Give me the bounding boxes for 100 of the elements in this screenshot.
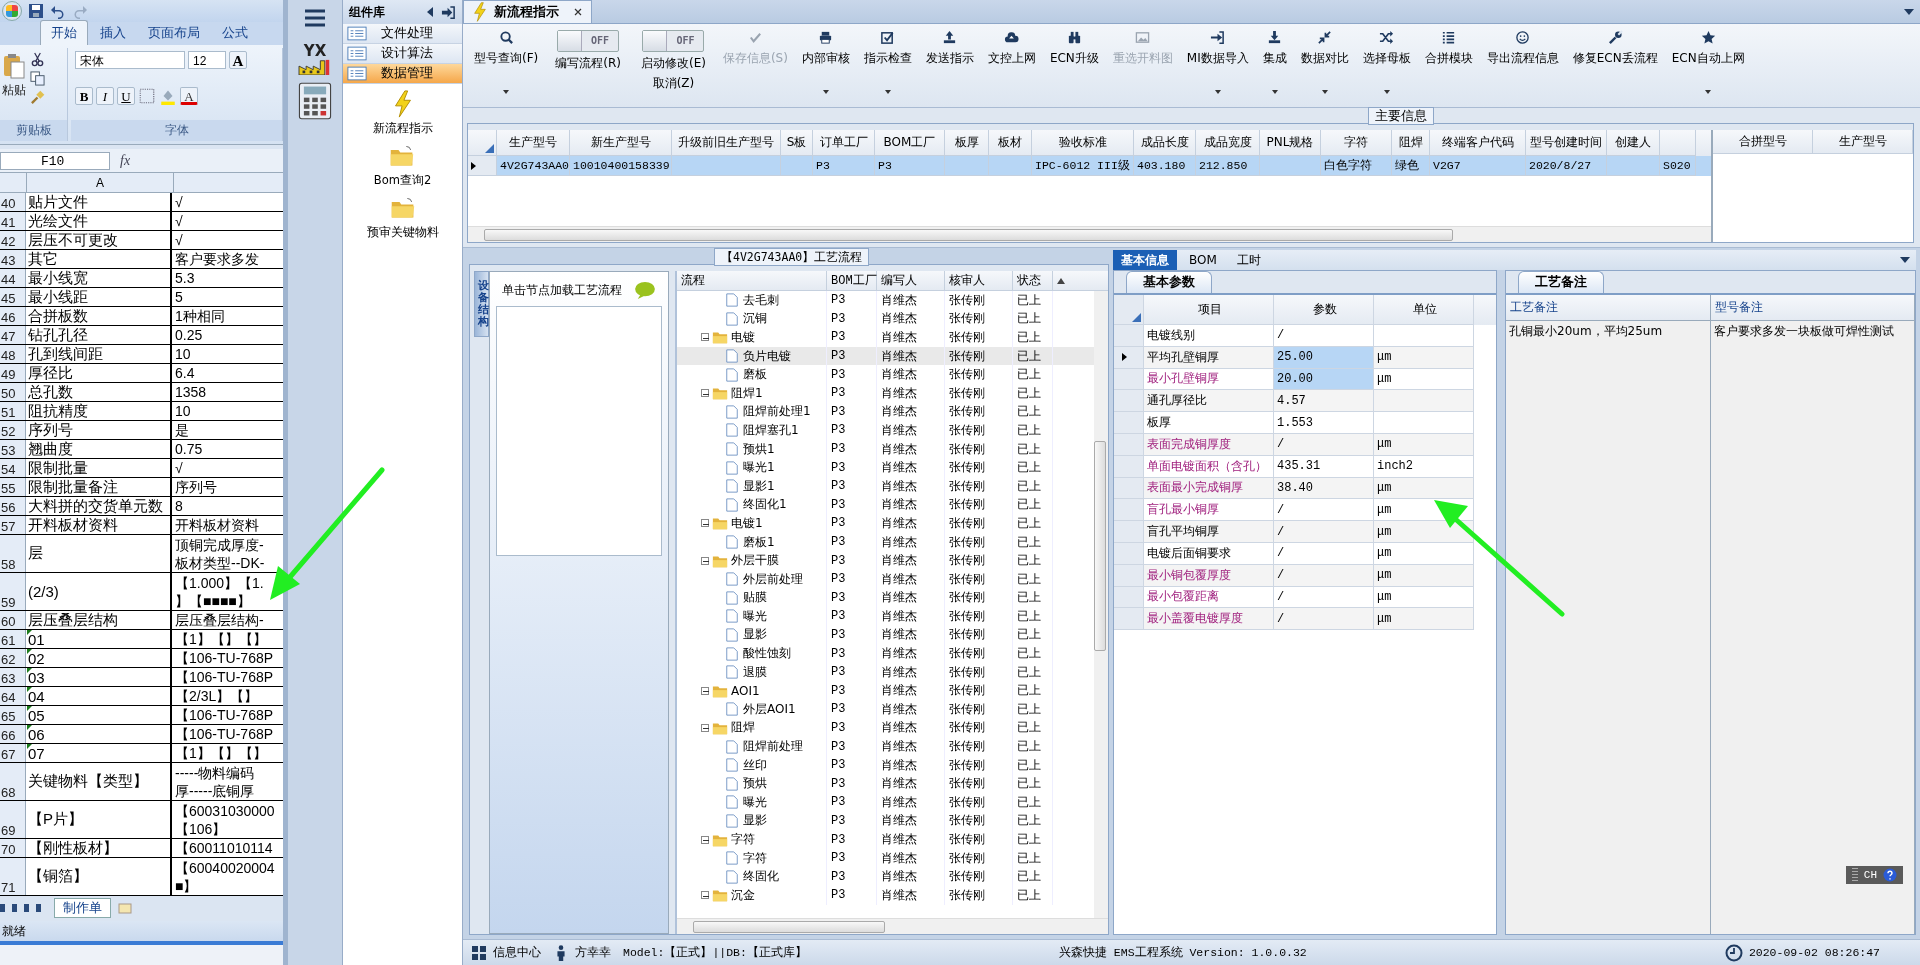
column-header[interactable]: 编写人: [877, 271, 945, 290]
row-number[interactable]: 66: [0, 725, 26, 743]
row-number[interactable]: 40: [0, 193, 26, 211]
toolbar-button[interactable]: 文控上网: [982, 28, 1041, 102]
copy-icon[interactable]: [30, 71, 45, 86]
format-painter-icon[interactable]: [30, 90, 45, 105]
tree-row[interactable]: 沉铜 P3 肖维杰 张传刚 已上: [677, 309, 1094, 329]
caret-icon[interactable]: [822, 90, 829, 94]
tree-row[interactable]: 外层前处理 P3 肖维杰 张传刚 已上: [677, 569, 1094, 589]
toolbar-button[interactable]: 内部审核: [796, 28, 855, 102]
font-size-field[interactable]: 12: [188, 51, 226, 69]
column-header[interactable]: 生产型号: [1813, 130, 1913, 153]
tree-row[interactable]: 丝印 P3 肖维杰 张传刚 已上: [677, 755, 1094, 775]
sheet-tab[interactable]: 制作单: [54, 897, 111, 918]
column-header[interactable]: 单位: [1374, 295, 1474, 325]
cut-icon[interactable]: [30, 52, 45, 67]
collapse-toggle[interactable]: [701, 723, 709, 732]
row-number[interactable]: 68: [0, 763, 26, 800]
ribbon-tab[interactable]: 开始: [40, 20, 88, 45]
tree-row[interactable]: 显影 P3 肖维杰 张传刚 已上: [677, 625, 1094, 645]
tree-row[interactable]: 终固化 P3 肖维杰 张传刚 已上: [677, 867, 1094, 886]
tree-row[interactable]: 阻焊 P3 肖维杰 张传刚 已上: [677, 718, 1094, 738]
caret-icon[interactable]: [503, 90, 510, 94]
tree-row[interactable]: 阻焊前处理1 P3 肖维杰 张传刚 已上: [677, 402, 1094, 422]
italic-button[interactable]: I: [96, 87, 114, 105]
tree-row[interactable]: 退膜 P3 肖维杰 张传刚 已上: [677, 662, 1094, 682]
tree-row[interactable]: AOI1 P3 肖维杰 张传刚 已上: [677, 681, 1094, 701]
detail-tab[interactable]: BOM: [1181, 250, 1225, 270]
info-center-link[interactable]: 信息中心: [493, 944, 541, 961]
row-number[interactable]: 49: [0, 364, 26, 382]
row-number[interactable]: 59: [0, 573, 26, 610]
category-item[interactable]: 数据管理: [343, 64, 462, 84]
toolbar-button[interactable]: 发送指示: [920, 28, 979, 102]
tree-row[interactable]: 曝光1 P3 肖维杰 张传刚 已上: [677, 458, 1094, 477]
tree-row[interactable]: 电镀1 P3 肖维杰 张传刚 已上: [677, 514, 1094, 533]
tree-row[interactable]: 负片电镀 P3 肖维杰 张传刚 已上: [677, 346, 1094, 366]
row-number[interactable]: 60: [0, 611, 26, 629]
row-number[interactable]: 47: [0, 326, 26, 344]
toolbar-button[interactable]: 集成: [1257, 28, 1292, 102]
ribbon-tab[interactable]: 插入: [90, 21, 136, 45]
row-number[interactable]: 61: [0, 630, 26, 648]
tree-row[interactable]: 外层干膜 P3 肖维杰 张传刚 已上: [677, 551, 1094, 570]
ribbon-tab[interactable]: 公式: [212, 21, 258, 45]
tool-item[interactable]: 新流程指示: [372, 90, 433, 136]
row-number[interactable]: 56: [0, 497, 26, 515]
collapse-toggle[interactable]: [701, 556, 709, 565]
collapse-toggle[interactable]: [701, 891, 709, 900]
dropdown-caret-icon[interactable]: [1900, 257, 1910, 263]
tree-row[interactable]: 阻焊1 P3 肖维杰 张传刚 已上: [677, 383, 1094, 403]
underline-button[interactable]: U: [117, 87, 135, 105]
menu-icon[interactable]: [303, 8, 327, 28]
toolbar-button[interactable]: ECN自动上网: [1666, 28, 1750, 102]
row-number[interactable]: 55: [0, 478, 26, 496]
row-number[interactable]: 70: [0, 839, 26, 857]
tree-row[interactable]: 酸性蚀刻 P3 肖维杰 张传刚 已上: [677, 644, 1094, 663]
panel-tab[interactable]: 基本参数: [1126, 271, 1212, 293]
caret-icon[interactable]: [1271, 90, 1278, 94]
detail-tab[interactable]: 工时: [1228, 250, 1269, 270]
horizontal-scrollbar[interactable]: [0, 941, 283, 965]
row-number[interactable]: 41: [0, 212, 26, 230]
tree-row[interactable]: 曝光 P3 肖维杰 张传刚 已上: [677, 607, 1094, 626]
tree-row[interactable]: 字符 P3 肖维杰 张传刚 已上: [677, 848, 1094, 868]
tool-item[interactable]: 预审关键物料: [366, 194, 439, 240]
tree-row[interactable]: 电镀 P3 肖维杰 张传刚 已上: [677, 328, 1094, 347]
toggle-switch[interactable]: OFF: [642, 30, 705, 52]
toolbar-button[interactable]: 型号查询(F): [469, 28, 544, 102]
language-bar[interactable]: CH: [1845, 866, 1903, 884]
tree-row[interactable]: 磨板 P3 肖维杰 张传刚 已上: [677, 365, 1094, 384]
caret-icon[interactable]: [1321, 90, 1328, 94]
row-number[interactable]: 43: [0, 250, 26, 268]
toolbar-button[interactable]: ECN升级: [1044, 28, 1104, 102]
row-number[interactable]: 58: [0, 535, 26, 572]
column-header[interactable]: 状态: [1013, 271, 1053, 290]
toolbar-button[interactable]: 修复ECN丢流程: [1567, 28, 1663, 102]
row-number[interactable]: 62: [0, 649, 26, 667]
column-header[interactable]: 参数: [1274, 295, 1374, 325]
close-icon[interactable]: [573, 7, 583, 17]
tree-row[interactable]: 阻焊前处理 P3 肖维杰 张传刚 已上: [677, 737, 1094, 756]
category-item[interactable]: 文件处理: [343, 24, 462, 44]
column-header[interactable]: 项目: [1144, 295, 1274, 325]
row-number[interactable]: 45: [0, 288, 26, 306]
tree-row[interactable]: 外层AOI1 P3 肖维杰 张传刚 已上: [677, 700, 1094, 719]
row-number[interactable]: 50: [0, 383, 26, 401]
caret-icon[interactable]: [1705, 90, 1712, 94]
name-box[interactable]: F10: [0, 151, 110, 170]
tree-row[interactable]: 贴膜 P3 肖维杰 张传刚 已上: [677, 588, 1094, 608]
tree-row[interactable]: 去毛刺 P3 肖维杰 张传刚 已上: [677, 291, 1094, 310]
toolbar-button[interactable]: 选择母板: [1357, 28, 1416, 102]
help-icon[interactable]: [1883, 868, 1897, 882]
bold-button[interactable]: B: [75, 87, 93, 105]
column-header[interactable]: 型号备注: [1710, 295, 1915, 320]
paste-button[interactable]: 粘贴: [2, 52, 26, 105]
row-number[interactable]: 71: [0, 858, 26, 895]
toolbar-button[interactable]: 数据对比: [1295, 28, 1354, 102]
ribbon-tab[interactable]: 页面布局: [138, 21, 210, 45]
detail-tab[interactable]: 基本信息: [1113, 250, 1177, 270]
panel-tab[interactable]: 工艺备注: [1518, 271, 1604, 293]
row-number[interactable]: 65: [0, 706, 26, 724]
toolbar-button[interactable]: 导出流程信息: [1481, 28, 1564, 102]
column-header[interactable]: 合拼型号: [1713, 130, 1813, 153]
